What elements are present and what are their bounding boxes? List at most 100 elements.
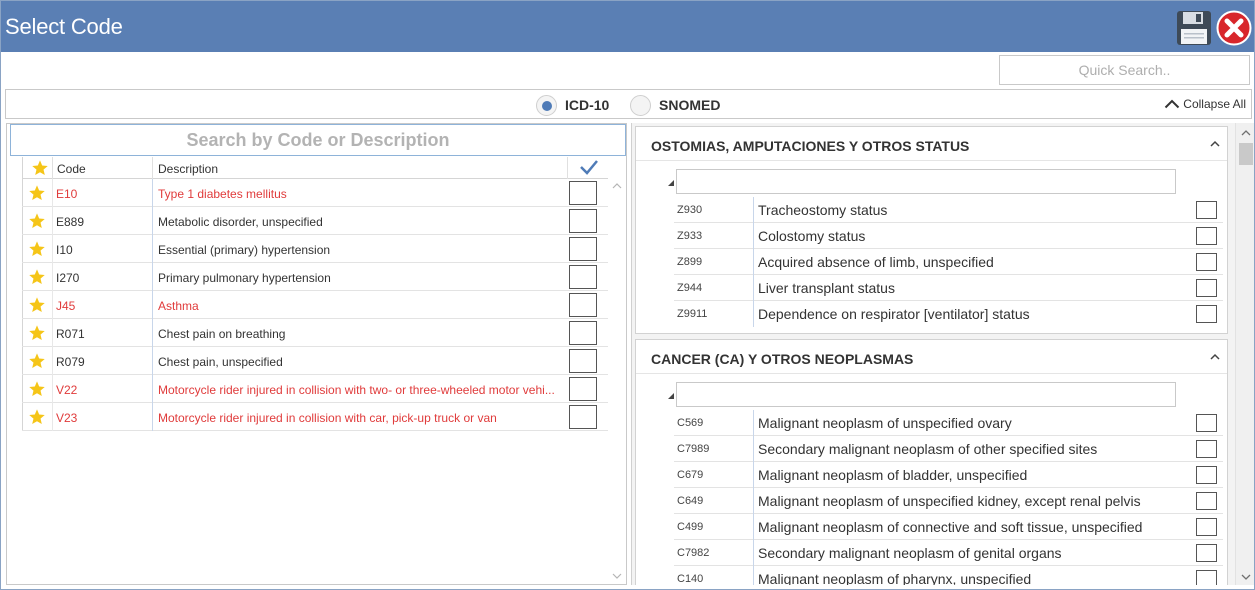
radio-icd10[interactable]: ICD-10 bbox=[536, 94, 609, 116]
table-row[interactable]: Z9911 Dependence on respirator [ventilat… bbox=[674, 301, 1223, 327]
favorites-search-input[interactable] bbox=[10, 124, 626, 156]
filter-toggle-icon[interactable] bbox=[667, 179, 675, 187]
row-checkbox[interactable] bbox=[1196, 440, 1217, 458]
table-row[interactable]: V23 Motorcycle rider injured in collisio… bbox=[22, 403, 608, 431]
scroll-down-icon[interactable] bbox=[612, 571, 622, 581]
row-checkbox[interactable] bbox=[1196, 570, 1217, 585]
row-description: Dependence on respirator [ventilator] st… bbox=[758, 306, 1030, 322]
row-checkbox[interactable] bbox=[1196, 466, 1217, 484]
scroll-up-icon[interactable] bbox=[612, 181, 622, 191]
star-icon[interactable] bbox=[28, 268, 46, 286]
radio-icd10-label: ICD-10 bbox=[565, 97, 610, 113]
quick-search-input[interactable] bbox=[999, 55, 1250, 85]
table-row[interactable]: Z933 Colostomy status bbox=[674, 223, 1223, 249]
table-row[interactable]: E10 Type 1 diabetes mellitus bbox=[22, 179, 608, 207]
close-button[interactable] bbox=[1216, 10, 1252, 46]
category-group-ostomias: OSTOMIAS, AMPUTACIONES Y OTROS STATUS Z9… bbox=[635, 126, 1228, 334]
row-checkbox[interactable] bbox=[569, 237, 597, 261]
table-row[interactable]: C499 Malignant neoplasm of connective an… bbox=[674, 514, 1223, 540]
table-row[interactable]: R071 Chest pain on breathing bbox=[22, 319, 608, 347]
row-code: V23 bbox=[56, 411, 78, 425]
radio-snomed-label: SNOMED bbox=[659, 97, 721, 113]
select-code-window: Select Code ICD-10 SNOMED bbox=[0, 0, 1255, 590]
star-icon[interactable] bbox=[28, 408, 46, 426]
row-description: Malignant neoplasm of unspecified ovary bbox=[758, 415, 1012, 431]
category-header[interactable]: CANCER (CA) Y OTROS NEOPLASMAS bbox=[636, 340, 1227, 374]
row-checkbox[interactable] bbox=[569, 321, 597, 345]
table-row[interactable]: E889 Metabolic disorder, unspecified bbox=[22, 207, 608, 235]
table-row[interactable]: C140 Malignant neoplasm of pharynx, unsp… bbox=[674, 566, 1223, 585]
row-description: Malignant neoplasm of connective and sof… bbox=[758, 519, 1143, 535]
category-filter-input[interactable] bbox=[676, 169, 1176, 194]
row-code: C649 bbox=[677, 495, 704, 507]
row-description: Malignant neoplasm of unspecified kidney… bbox=[758, 493, 1141, 509]
star-icon bbox=[32, 160, 48, 176]
code-system-bar: ICD-10 SNOMED Collapse All bbox=[5, 89, 1252, 119]
radio-snomed[interactable]: SNOMED bbox=[630, 94, 720, 116]
row-description: Primary pulmonary hypertension bbox=[158, 271, 331, 285]
scrollbar-thumb[interactable] bbox=[1239, 143, 1253, 165]
window-title: Select Code bbox=[5, 14, 123, 39]
row-description: Motorcycle rider injured in collision wi… bbox=[158, 383, 555, 397]
row-checkbox[interactable] bbox=[1196, 492, 1217, 510]
table-row[interactable]: J45 Asthma bbox=[22, 291, 608, 319]
table-row[interactable]: I270 Primary pulmonary hypertension bbox=[22, 263, 608, 291]
collapse-all-button[interactable]: Collapse All bbox=[1164, 97, 1246, 111]
table-row[interactable]: R079 Chest pain, unspecified bbox=[22, 347, 608, 375]
row-checkbox[interactable] bbox=[569, 209, 597, 233]
row-description: Chest pain, unspecified bbox=[158, 355, 283, 369]
table-row[interactable]: C679 Malignant neoplasm of bladder, unsp… bbox=[674, 462, 1223, 488]
row-checkbox[interactable] bbox=[1196, 518, 1217, 536]
row-checkbox[interactable] bbox=[569, 265, 597, 289]
row-description: Chest pain on breathing bbox=[158, 327, 286, 341]
close-icon bbox=[1216, 10, 1252, 46]
save-button[interactable] bbox=[1176, 10, 1212, 46]
category-title: CANCER (CA) Y OTROS NEOPLASMAS bbox=[651, 351, 914, 367]
table-row[interactable]: C569 Malignant neoplasm of unspecified o… bbox=[674, 410, 1223, 436]
row-description: Malignant neoplasm of bladder, unspecifi… bbox=[758, 467, 1028, 483]
row-description: Type 1 diabetes mellitus bbox=[158, 187, 287, 201]
table-row[interactable]: I10 Essential (primary) hypertension bbox=[22, 235, 608, 263]
star-icon[interactable] bbox=[28, 240, 46, 258]
row-description: Secondary malignant neoplasm of genital … bbox=[758, 545, 1062, 561]
scroll-down-icon[interactable] bbox=[1241, 573, 1251, 581]
row-checkbox[interactable] bbox=[1196, 201, 1217, 219]
row-checkbox[interactable] bbox=[1196, 305, 1217, 323]
column-header-code[interactable]: Code bbox=[57, 162, 86, 176]
row-code: Z930 bbox=[677, 204, 703, 216]
star-icon[interactable] bbox=[28, 184, 46, 202]
row-checkbox[interactable] bbox=[1196, 227, 1217, 245]
category-filter-input[interactable] bbox=[676, 382, 1176, 407]
row-checkbox[interactable] bbox=[569, 405, 597, 429]
table-row[interactable]: C649 Malignant neoplasm of unspecified k… bbox=[674, 488, 1223, 514]
categories-scrollbar[interactable] bbox=[1235, 123, 1254, 585]
chevron-up-icon[interactable] bbox=[1209, 352, 1221, 362]
row-checkbox[interactable] bbox=[1196, 253, 1217, 271]
categories-panel: OSTOMIAS, AMPUTACIONES Y OTROS STATUS Z9… bbox=[631, 123, 1254, 585]
row-checkbox[interactable] bbox=[569, 349, 597, 373]
row-checkbox[interactable] bbox=[1196, 414, 1217, 432]
favorites-scrollbar[interactable] bbox=[610, 179, 624, 583]
category-header[interactable]: OSTOMIAS, AMPUTACIONES Y OTROS STATUS bbox=[636, 127, 1227, 161]
star-icon[interactable] bbox=[28, 212, 46, 230]
chevron-up-icon[interactable] bbox=[1209, 139, 1221, 149]
row-checkbox[interactable] bbox=[1196, 544, 1217, 562]
star-icon[interactable] bbox=[28, 324, 46, 342]
column-header-description[interactable]: Description bbox=[158, 162, 218, 176]
row-code: R079 bbox=[56, 355, 85, 369]
table-row[interactable]: Z930 Tracheostomy status bbox=[674, 197, 1223, 223]
table-row[interactable]: C7982 Secondary malignant neoplasm of ge… bbox=[674, 540, 1223, 566]
row-checkbox[interactable] bbox=[569, 293, 597, 317]
table-row[interactable]: Z944 Liver transplant status bbox=[674, 275, 1223, 301]
row-checkbox[interactable] bbox=[569, 377, 597, 401]
star-icon[interactable] bbox=[28, 352, 46, 370]
table-row[interactable]: C7989 Secondary malignant neoplasm of ot… bbox=[674, 436, 1223, 462]
row-checkbox[interactable] bbox=[569, 181, 597, 205]
star-icon[interactable] bbox=[28, 296, 46, 314]
row-checkbox[interactable] bbox=[1196, 279, 1217, 297]
table-row[interactable]: Z899 Acquired absence of limb, unspecifi… bbox=[674, 249, 1223, 275]
scroll-up-icon[interactable] bbox=[1241, 129, 1251, 137]
table-row[interactable]: V22 Motorcycle rider injured in collisio… bbox=[22, 375, 608, 403]
star-icon[interactable] bbox=[28, 380, 46, 398]
filter-toggle-icon[interactable] bbox=[667, 392, 675, 400]
